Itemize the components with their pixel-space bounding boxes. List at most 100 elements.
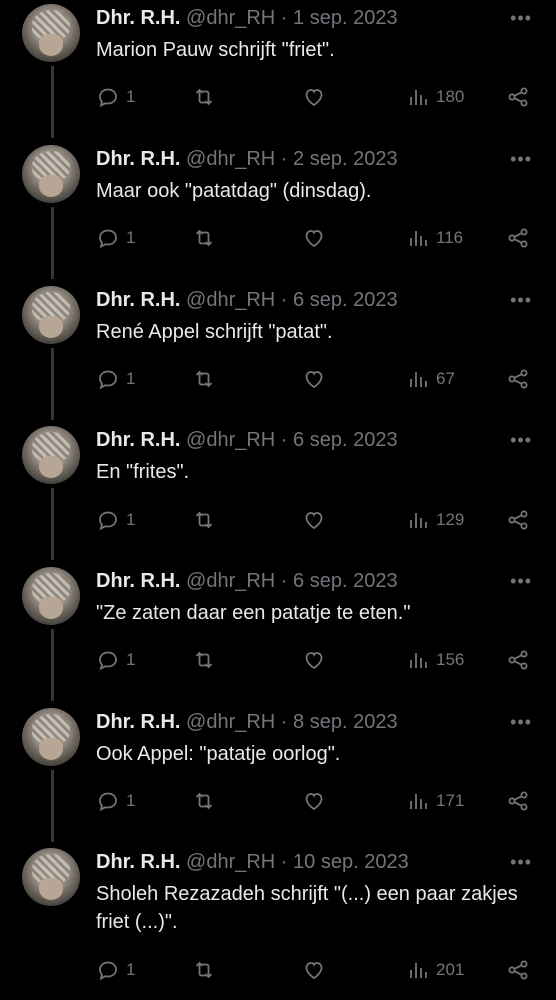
views-count: 156 (436, 650, 465, 669)
like-button[interactable] (302, 82, 326, 112)
tweet-text: Marion Pauw schrijft "friet". (96, 39, 335, 61)
share-button[interactable] (506, 364, 530, 394)
heart-icon (305, 793, 323, 811)
retweet-button[interactable] (192, 955, 216, 985)
more-icon[interactable]: ••• (510, 571, 532, 592)
author-name[interactable]: Dhr. R.H. (96, 429, 180, 451)
views-button[interactable]: 180 (406, 82, 464, 112)
reply-icon (99, 88, 117, 108)
reply-button[interactable]: 1 (96, 505, 135, 535)
author-name[interactable]: Dhr. R.H. (96, 289, 180, 311)
header-separator: · (280, 711, 288, 733)
author-name[interactable]: Dhr. R.H. (96, 148, 180, 170)
author-handle[interactable]: @dhr_RH (186, 570, 275, 592)
reply-button[interactable]: 1 (96, 364, 135, 394)
tweet-header: Dhr. R.H. @dhr_RH · 1 sep. 2023 (96, 6, 398, 30)
tweet-actions: 1 129 (96, 505, 540, 535)
reply-icon (99, 651, 117, 671)
reply-count: 1 (126, 650, 136, 669)
retweet-button[interactable] (192, 645, 216, 675)
tweet-date[interactable]: 10 sep. 2023 (293, 851, 409, 873)
share-button[interactable] (506, 955, 530, 985)
views-button[interactable]: 201 (406, 955, 464, 985)
retweet-button[interactable] (192, 82, 216, 112)
views-button[interactable]: 116 (406, 223, 463, 253)
author-handle[interactable]: @dhr_RH (186, 289, 275, 311)
views-count: 180 (436, 87, 465, 106)
avatar[interactable] (22, 567, 80, 625)
like-button[interactable] (302, 223, 326, 253)
thread-connector-line (51, 770, 54, 842)
share-icon (508, 369, 528, 389)
views-button[interactable]: 171 (406, 786, 464, 816)
views-icon (410, 372, 427, 387)
like-button[interactable] (302, 645, 326, 675)
tweet-text: Sholeh Rezazadeh schrijft "(...) een paa… (96, 883, 518, 933)
author-name[interactable]: Dhr. R.H. (96, 851, 180, 873)
header-separator: · (280, 429, 288, 451)
author-name[interactable]: Dhr. R.H. (96, 7, 180, 29)
author-handle[interactable]: @dhr_RH (186, 711, 275, 733)
author-handle[interactable]: @dhr_RH (186, 429, 275, 451)
share-button[interactable] (506, 82, 530, 112)
author-handle[interactable]: @dhr_RH (186, 148, 275, 170)
more-icon[interactable]: ••• (510, 712, 532, 733)
views-button[interactable]: 129 (406, 505, 464, 535)
views-icon (410, 513, 427, 528)
tweet-thread: Dhr. R.H. @dhr_RH · 1 sep. 2023 ••• Mari… (0, 0, 556, 1000)
author-name[interactable]: Dhr. R.H. (96, 711, 180, 733)
avatar[interactable] (22, 426, 80, 484)
thread-connector-line (51, 488, 54, 560)
like-button[interactable] (302, 505, 326, 535)
retweet-button[interactable] (192, 364, 216, 394)
share-button[interactable] (506, 645, 530, 675)
more-icon[interactable]: ••• (510, 8, 532, 29)
retweet-button[interactable] (192, 505, 216, 535)
author-handle[interactable]: @dhr_RH (186, 851, 275, 873)
tweet-date[interactable]: 6 sep. 2023 (293, 570, 398, 592)
reply-button[interactable]: 1 (96, 786, 135, 816)
more-icon[interactable]: ••• (510, 149, 532, 170)
tweet-date[interactable]: 6 sep. 2023 (293, 429, 398, 451)
reply-count: 1 (126, 228, 136, 247)
retweet-icon (195, 651, 213, 669)
retweet-button[interactable] (192, 786, 216, 816)
more-icon[interactable]: ••• (510, 430, 532, 451)
avatar[interactable] (22, 145, 80, 203)
more-icon[interactable]: ••• (510, 290, 532, 311)
views-icon (410, 90, 427, 105)
tweet-date[interactable]: 6 sep. 2023 (293, 289, 398, 311)
header-separator: · (280, 7, 288, 29)
like-button[interactable] (302, 364, 326, 394)
share-icon (508, 791, 528, 811)
more-icon[interactable]: ••• (510, 852, 532, 873)
avatar[interactable] (22, 848, 80, 906)
share-button[interactable] (506, 223, 530, 253)
views-button[interactable]: 156 (406, 645, 464, 675)
tweet-date[interactable]: 1 sep. 2023 (293, 7, 398, 29)
author-name[interactable]: Dhr. R.H. (96, 570, 180, 592)
reply-button[interactable]: 1 (96, 955, 135, 985)
avatar[interactable] (22, 708, 80, 766)
views-icon (410, 231, 427, 246)
tweet-date[interactable]: 8 sep. 2023 (293, 711, 398, 733)
retweet-icon (195, 229, 213, 247)
views-button[interactable]: 67 (406, 364, 455, 394)
author-handle[interactable]: @dhr_RH (186, 7, 275, 29)
reply-button[interactable]: 1 (96, 645, 135, 675)
share-button[interactable] (506, 505, 530, 535)
views-count: 129 (436, 510, 465, 529)
header-separator: · (280, 570, 288, 592)
like-button[interactable] (302, 786, 326, 816)
retweet-icon (195, 792, 213, 810)
share-button[interactable] (506, 786, 530, 816)
reply-button[interactable]: 1 (96, 223, 135, 253)
retweet-button[interactable] (192, 223, 216, 253)
views-icon (410, 653, 427, 668)
avatar[interactable] (22, 4, 80, 62)
reply-icon (99, 511, 117, 531)
like-button[interactable] (302, 955, 326, 985)
reply-button[interactable]: 1 (96, 82, 135, 112)
avatar[interactable] (22, 286, 80, 344)
tweet-date[interactable]: 2 sep. 2023 (293, 148, 398, 170)
